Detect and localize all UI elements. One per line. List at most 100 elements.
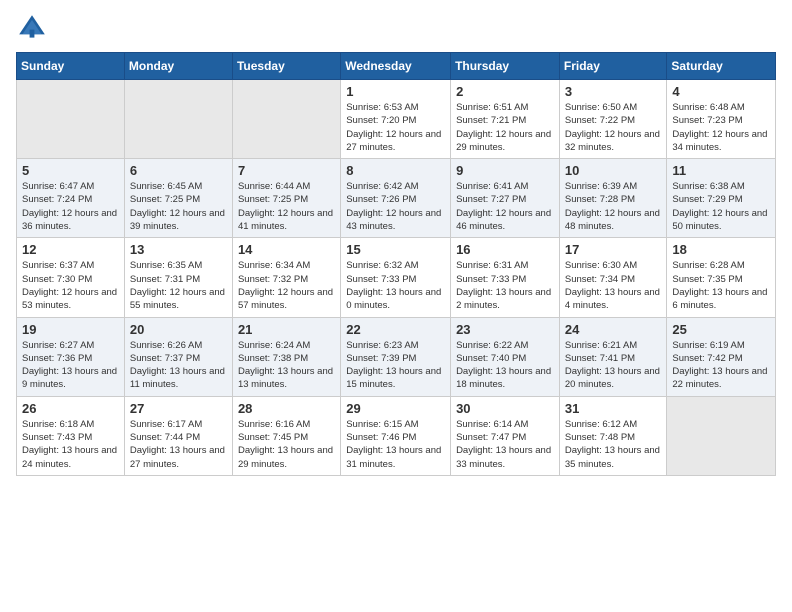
day-info: Sunrise: 6:22 AM Sunset: 7:40 PM Dayligh… <box>456 339 554 392</box>
day-number: 5 <box>22 163 119 178</box>
calendar-cell: 8 Sunrise: 6:42 AM Sunset: 7:26 PM Daylig… <box>341 159 451 238</box>
day-number: 27 <box>130 401 227 416</box>
day-info: Sunrise: 6:47 AM Sunset: 7:24 PM Dayligh… <box>22 180 119 233</box>
calendar-cell: 20 Sunrise: 6:26 AM Sunset: 7:37 PM Dayli… <box>124 317 232 396</box>
day-number: 30 <box>456 401 554 416</box>
logo-icon <box>16 12 48 44</box>
calendar-table: SundayMondayTuesdayWednesdayThursdayFrid… <box>16 52 776 476</box>
day-number: 19 <box>22 322 119 337</box>
week-row-4: 19Sunrise: 6:27 AM Sunset: 7:36 PM Dayli… <box>17 317 776 396</box>
calendar-cell <box>17 80 125 159</box>
day-info: Sunrise: 6:12 AM Sunset: 7:48 PM Dayligh… <box>565 418 662 471</box>
calendar-cell: 15 Sunrise: 6:32 AM Sunset: 7:33 PM Dayli… <box>341 238 451 317</box>
calendar-cell: 12 Sunrise: 6:37 AM Sunset: 7:30 PM Dayli… <box>17 238 125 317</box>
day-number: 8 <box>346 163 445 178</box>
calendar-cell: 23 Sunrise: 6:22 AM Sunset: 7:40 PM Dayli… <box>451 317 560 396</box>
day-number: 24 <box>565 322 662 337</box>
day-number: 9 <box>456 163 554 178</box>
calendar-cell <box>124 80 232 159</box>
weekday-header-thursday: Thursday <box>451 53 560 80</box>
day-info: Sunrise: 6:19 AM Sunset: 7:42 PM Dayligh… <box>672 339 770 392</box>
calendar-cell: 3Sunrise: 6:50 AM Sunset: 7:22 PM Daylig… <box>559 80 667 159</box>
day-info: Sunrise: 6:24 AM Sunset: 7:38 PM Dayligh… <box>238 339 335 392</box>
weekday-header-sunday: Sunday <box>17 53 125 80</box>
day-info: Sunrise: 6:51 AM Sunset: 7:21 PM Dayligh… <box>456 101 554 154</box>
week-row-2: 5 Sunrise: 6:47 AM Sunset: 7:24 PM Daylig… <box>17 159 776 238</box>
weekday-header-monday: Monday <box>124 53 232 80</box>
calendar-cell <box>667 396 776 475</box>
day-number: 29 <box>346 401 445 416</box>
day-info: Sunrise: 6:21 AM Sunset: 7:41 PM Dayligh… <box>565 339 662 392</box>
calendar-cell: 2Sunrise: 6:51 AM Sunset: 7:21 PM Daylig… <box>451 80 560 159</box>
day-number: 15 <box>346 242 445 257</box>
day-number: 13 <box>130 242 227 257</box>
calendar-cell: 9 Sunrise: 6:41 AM Sunset: 7:27 PM Daylig… <box>451 159 560 238</box>
week-row-5: 26Sunrise: 6:18 AM Sunset: 7:43 PM Dayli… <box>17 396 776 475</box>
weekday-header-tuesday: Tuesday <box>232 53 340 80</box>
day-number: 7 <box>238 163 335 178</box>
day-info: Sunrise: 6:38 AM Sunset: 7:29 PM Dayligh… <box>672 180 770 233</box>
weekday-header-wednesday: Wednesday <box>341 53 451 80</box>
day-number: 11 <box>672 163 770 178</box>
day-info: Sunrise: 6:18 AM Sunset: 7:43 PM Dayligh… <box>22 418 119 471</box>
weekday-header-saturday: Saturday <box>667 53 776 80</box>
weekday-header-friday: Friday <box>559 53 667 80</box>
day-info: Sunrise: 6:30 AM Sunset: 7:34 PM Dayligh… <box>565 259 662 312</box>
header <box>16 12 776 44</box>
day-number: 31 <box>565 401 662 416</box>
day-number: 4 <box>672 84 770 99</box>
day-number: 25 <box>672 322 770 337</box>
day-info: Sunrise: 6:53 AM Sunset: 7:20 PM Dayligh… <box>346 101 445 154</box>
day-number: 12 <box>22 242 119 257</box>
day-info: Sunrise: 6:32 AM Sunset: 7:33 PM Dayligh… <box>346 259 445 312</box>
logo <box>16 12 52 44</box>
calendar-cell: 16 Sunrise: 6:31 AM Sunset: 7:33 PM Dayli… <box>451 238 560 317</box>
calendar-cell: 11 Sunrise: 6:38 AM Sunset: 7:29 PM Dayli… <box>667 159 776 238</box>
calendar-cell: 17 Sunrise: 6:30 AM Sunset: 7:34 PM Dayli… <box>559 238 667 317</box>
day-info: Sunrise: 6:39 AM Sunset: 7:28 PM Dayligh… <box>565 180 662 233</box>
calendar-cell: 5 Sunrise: 6:47 AM Sunset: 7:24 PM Daylig… <box>17 159 125 238</box>
day-info: Sunrise: 6:14 AM Sunset: 7:47 PM Dayligh… <box>456 418 554 471</box>
day-info: Sunrise: 6:48 AM Sunset: 7:23 PM Dayligh… <box>672 101 770 154</box>
calendar-cell: 31 Sunrise: 6:12 AM Sunset: 7:48 PM Dayli… <box>559 396 667 475</box>
day-number: 6 <box>130 163 227 178</box>
calendar-cell: 4 Sunrise: 6:48 AM Sunset: 7:23 PM Daylig… <box>667 80 776 159</box>
day-number: 23 <box>456 322 554 337</box>
day-info: Sunrise: 6:41 AM Sunset: 7:27 PM Dayligh… <box>456 180 554 233</box>
page: SundayMondayTuesdayWednesdayThursdayFrid… <box>0 0 792 492</box>
day-number: 18 <box>672 242 770 257</box>
day-number: 16 <box>456 242 554 257</box>
calendar-cell: 26Sunrise: 6:18 AM Sunset: 7:43 PM Dayli… <box>17 396 125 475</box>
calendar-cell: 10Sunrise: 6:39 AM Sunset: 7:28 PM Dayli… <box>559 159 667 238</box>
day-info: Sunrise: 6:44 AM Sunset: 7:25 PM Dayligh… <box>238 180 335 233</box>
calendar-cell: 22Sunrise: 6:23 AM Sunset: 7:39 PM Dayli… <box>341 317 451 396</box>
day-number: 21 <box>238 322 335 337</box>
day-info: Sunrise: 6:34 AM Sunset: 7:32 PM Dayligh… <box>238 259 335 312</box>
day-number: 20 <box>130 322 227 337</box>
day-info: Sunrise: 6:42 AM Sunset: 7:26 PM Dayligh… <box>346 180 445 233</box>
calendar-cell: 24 Sunrise: 6:21 AM Sunset: 7:41 PM Dayli… <box>559 317 667 396</box>
day-number: 28 <box>238 401 335 416</box>
calendar-cell: 1Sunrise: 6:53 AM Sunset: 7:20 PM Daylig… <box>341 80 451 159</box>
calendar-cell: 29Sunrise: 6:15 AM Sunset: 7:46 PM Dayli… <box>341 396 451 475</box>
day-info: Sunrise: 6:37 AM Sunset: 7:30 PM Dayligh… <box>22 259 119 312</box>
calendar-cell <box>232 80 340 159</box>
calendar-cell: 27 Sunrise: 6:17 AM Sunset: 7:44 PM Dayli… <box>124 396 232 475</box>
day-info: Sunrise: 6:16 AM Sunset: 7:45 PM Dayligh… <box>238 418 335 471</box>
day-number: 17 <box>565 242 662 257</box>
day-info: Sunrise: 6:26 AM Sunset: 7:37 PM Dayligh… <box>130 339 227 392</box>
calendar-cell: 6 Sunrise: 6:45 AM Sunset: 7:25 PM Daylig… <box>124 159 232 238</box>
day-info: Sunrise: 6:23 AM Sunset: 7:39 PM Dayligh… <box>346 339 445 392</box>
day-info: Sunrise: 6:17 AM Sunset: 7:44 PM Dayligh… <box>130 418 227 471</box>
day-info: Sunrise: 6:45 AM Sunset: 7:25 PM Dayligh… <box>130 180 227 233</box>
calendar-cell: 7 Sunrise: 6:44 AM Sunset: 7:25 PM Daylig… <box>232 159 340 238</box>
calendar-cell: 30 Sunrise: 6:14 AM Sunset: 7:47 PM Dayli… <box>451 396 560 475</box>
calendar-cell: 14Sunrise: 6:34 AM Sunset: 7:32 PM Dayli… <box>232 238 340 317</box>
calendar-cell: 25 Sunrise: 6:19 AM Sunset: 7:42 PM Dayli… <box>667 317 776 396</box>
week-row-3: 12 Sunrise: 6:37 AM Sunset: 7:30 PM Dayli… <box>17 238 776 317</box>
day-info: Sunrise: 6:31 AM Sunset: 7:33 PM Dayligh… <box>456 259 554 312</box>
weekday-header-row: SundayMondayTuesdayWednesdayThursdayFrid… <box>17 53 776 80</box>
day-info: Sunrise: 6:35 AM Sunset: 7:31 PM Dayligh… <box>130 259 227 312</box>
day-number: 3 <box>565 84 662 99</box>
calendar-cell: 18Sunrise: 6:28 AM Sunset: 7:35 PM Dayli… <box>667 238 776 317</box>
